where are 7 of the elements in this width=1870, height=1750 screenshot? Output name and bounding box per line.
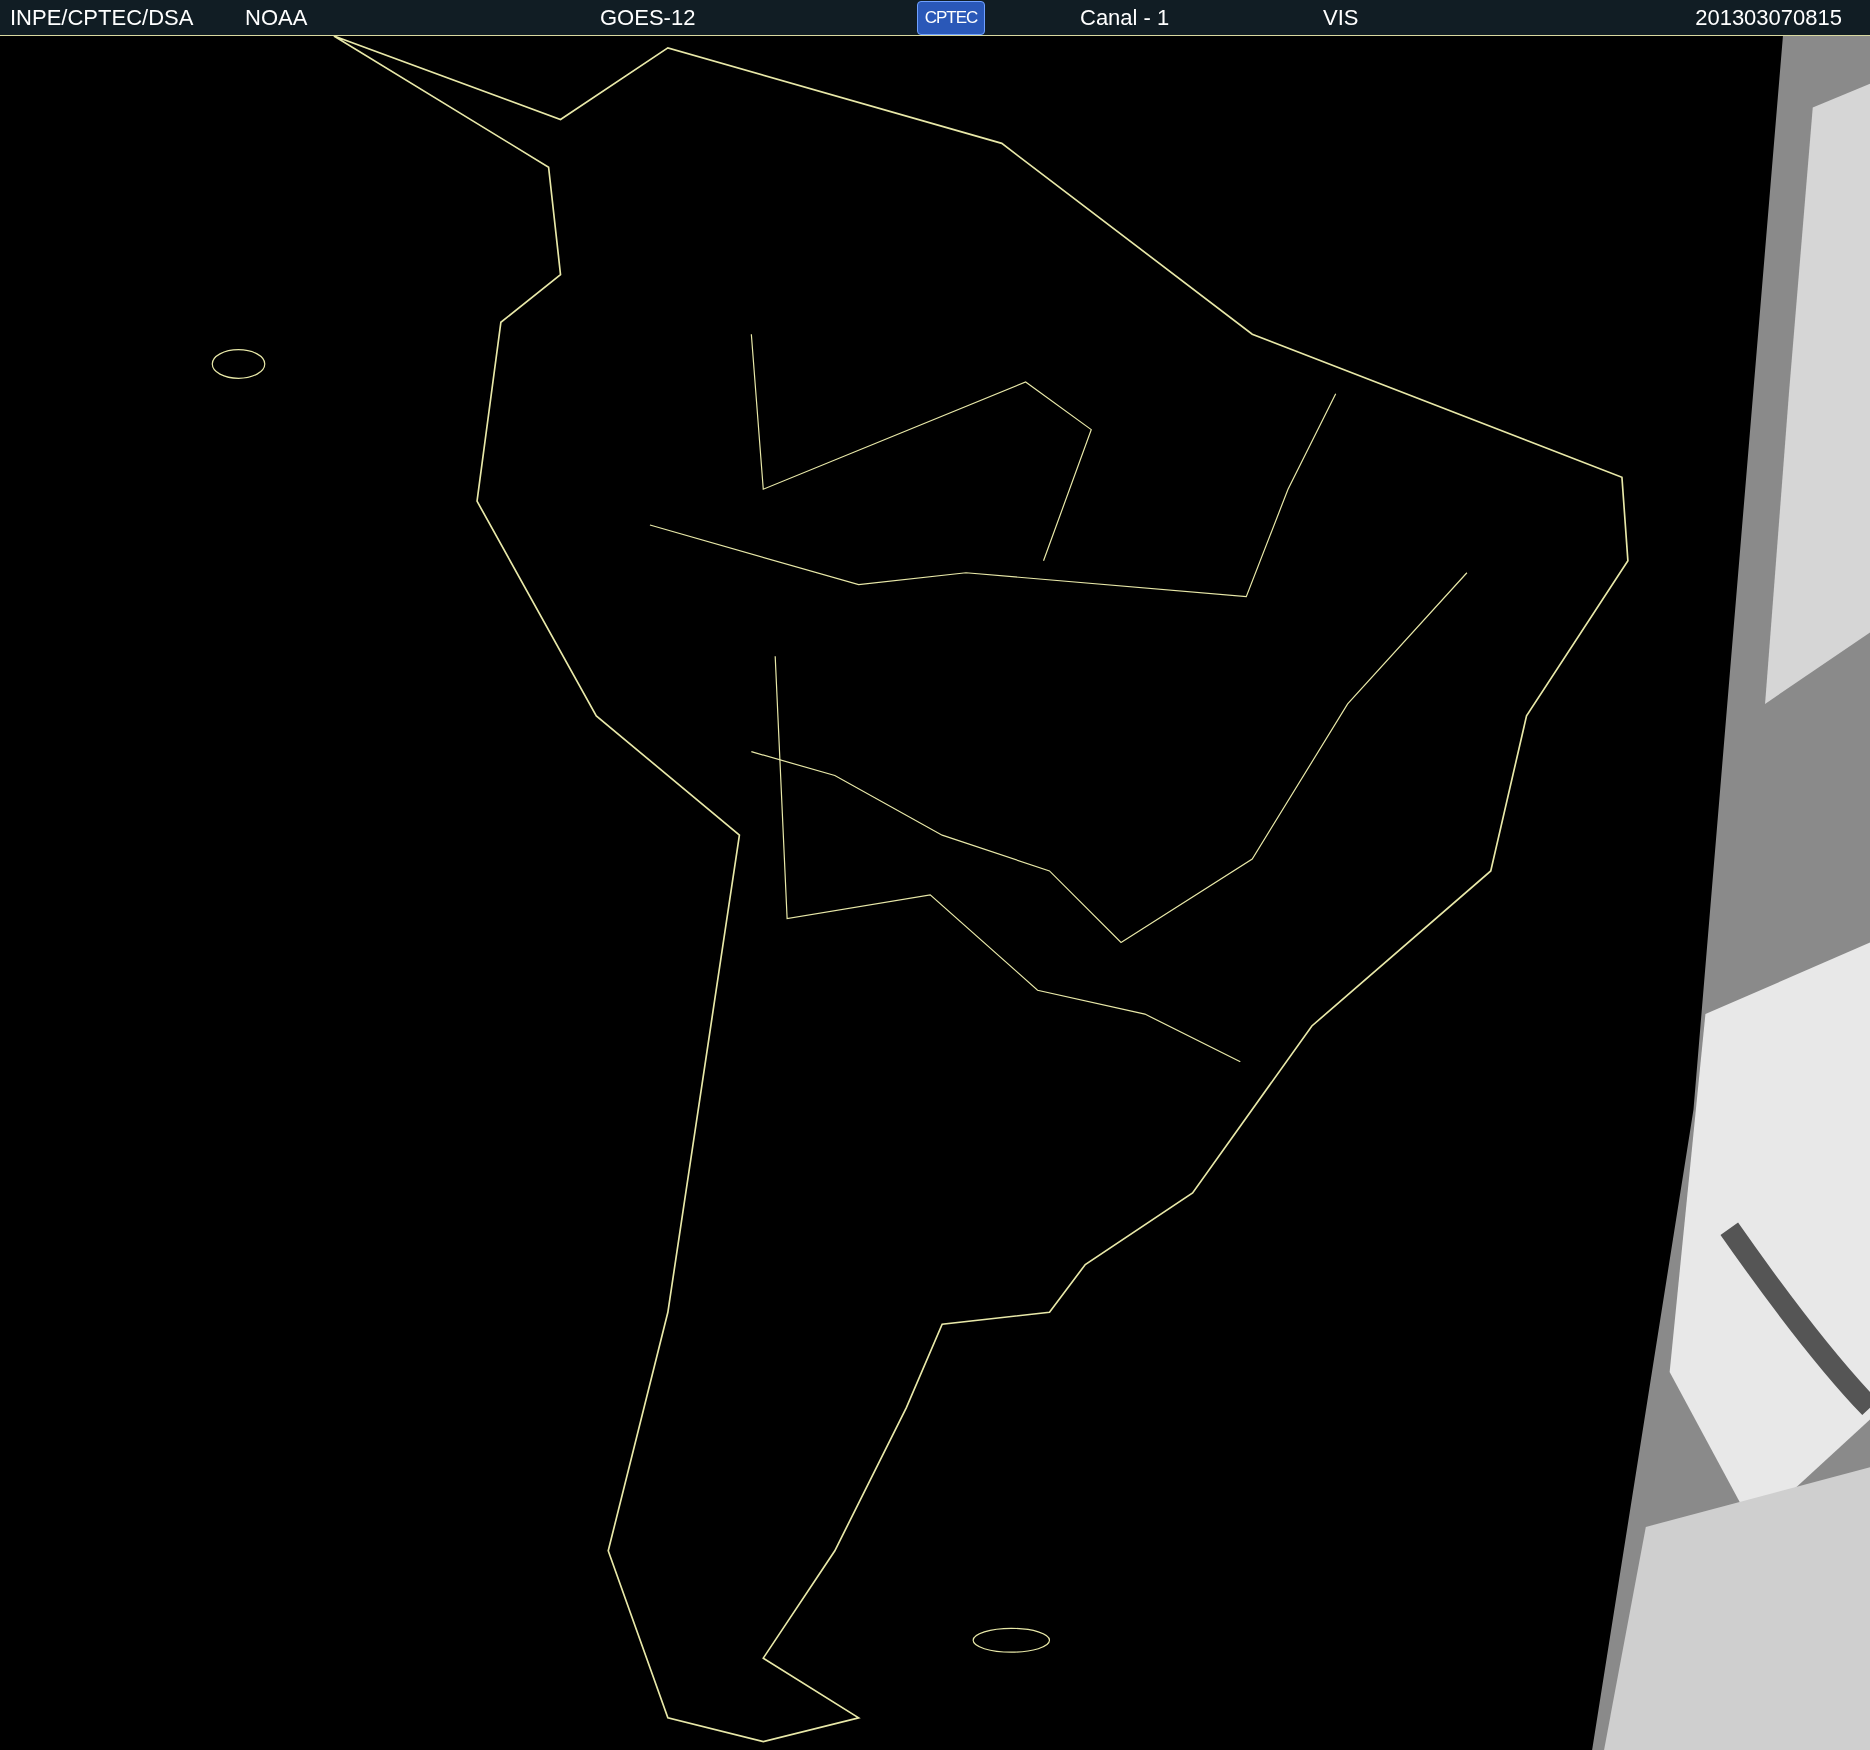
header-label: 201303070815: [1695, 4, 1842, 31]
header-label: VIS: [1323, 4, 1359, 31]
header-label: Canal - 1: [1080, 4, 1170, 31]
header-label: GOES-12: [600, 4, 696, 31]
header-label: NOAA: [245, 4, 308, 31]
header-label: INPE/CPTEC/DSA: [10, 4, 194, 31]
logo: CPTEC: [917, 0, 985, 35]
